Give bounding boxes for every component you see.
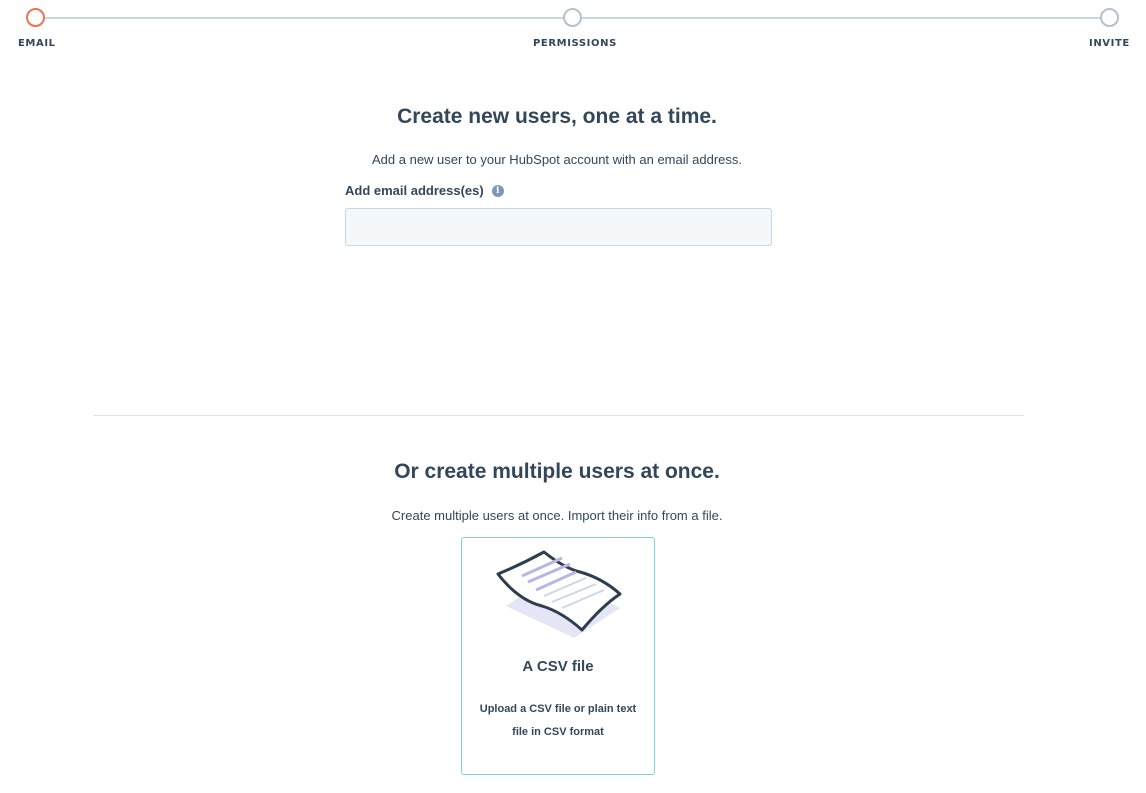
step-invite-label: INVITE	[1089, 38, 1130, 49]
info-icon[interactable]: i	[491, 184, 504, 197]
single-user-title: Create new users, one at a time.	[397, 105, 717, 128]
progress-stepper: EMAIL PERMISSIONS INVITE	[0, 0, 1146, 60]
multiple-users-subtitle: Create multiple users at once. Import th…	[391, 508, 723, 523]
csv-card-title: A CSV file	[522, 658, 594, 675]
section-divider	[93, 415, 1024, 416]
email-field-label: Add email address(es) i	[345, 183, 504, 198]
csv-document-icon	[496, 550, 622, 638]
step-permissions-indicator[interactable]	[563, 8, 582, 27]
single-user-subtitle: Add a new user to your HubSpot account w…	[372, 152, 742, 167]
csv-file-option-card[interactable]: A CSV file Upload a CSV file or plain te…	[461, 537, 655, 775]
multiple-users-title: Or create multiple users at once.	[394, 460, 720, 483]
step-invite-indicator[interactable]	[1100, 8, 1119, 27]
csv-card-description: Upload a CSV file or plain text file in …	[479, 703, 637, 738]
step-email-label: EMAIL	[18, 38, 56, 49]
stepper-connector	[45, 17, 563, 19]
email-address-input[interactable]	[345, 208, 772, 246]
step-permissions-label: PERMISSIONS	[533, 38, 617, 49]
step-email-indicator[interactable]	[26, 8, 45, 27]
stepper-connector	[582, 17, 1100, 19]
email-field-label-text: Add email address(es)	[345, 183, 484, 198]
